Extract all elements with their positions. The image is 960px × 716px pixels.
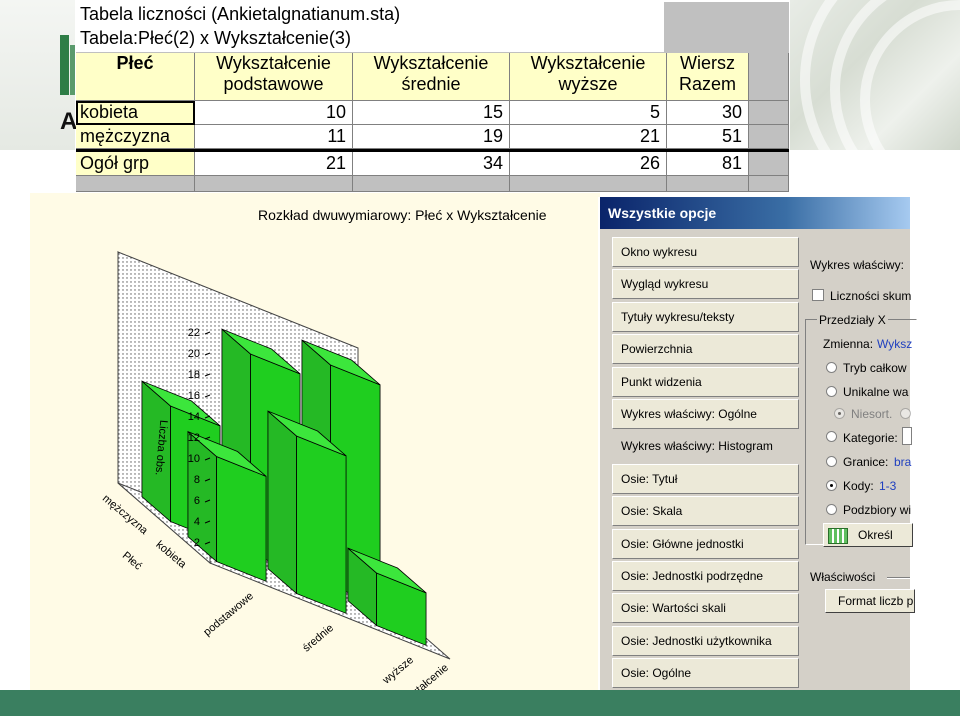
data-cell[interactable]: 21: [195, 152, 353, 176]
number-format-button[interactable]: Format liczb p: [825, 589, 915, 613]
properties-label: Właściwości: [810, 570, 876, 584]
slide-decoration-right: [790, 0, 960, 150]
tab-7[interactable]: Osie: Tytuł: [612, 463, 799, 494]
z-tick-label: 8: [194, 474, 200, 486]
cumulative-label: Liczności skum: [830, 289, 912, 303]
variable-value: Wyksz: [877, 337, 913, 351]
z-tick-label: 20: [188, 348, 200, 360]
bar-front-face: [376, 572, 427, 646]
depth-axis-label: Płeć: [120, 550, 144, 573]
z-tick-label: 4: [194, 516, 200, 528]
row-label-cell[interactable]: kobieta: [76, 101, 195, 125]
tab-4[interactable]: Punkt widzenia: [612, 366, 799, 397]
radio-subsets[interactable]: [826, 504, 837, 515]
options-panel: Wykres właściwy: Liczności skum Przedzia…: [799, 237, 917, 690]
chart-type-label: Wykres właściwy:: [810, 258, 904, 272]
row-label-cell[interactable]: Ogół grp: [76, 152, 195, 176]
depth-tick-label: kobieta: [153, 539, 189, 572]
radio-unsorted[interactable]: [834, 408, 845, 419]
specify-button[interactable]: Określ: [823, 523, 913, 547]
z-tick-label: 22: [188, 327, 200, 339]
data-cell[interactable]: 26: [510, 152, 667, 176]
bar-chart-3d[interactable]: 246810121416182022Liczba obs.kobietamężc…: [30, 193, 600, 690]
specify-icon: [828, 527, 848, 544]
bar-side-face: [267, 410, 297, 595]
x-tick-label: średnie: [301, 622, 336, 654]
empty-row: [76, 176, 789, 192]
variable-label: Zmienna:: [823, 337, 874, 351]
frequency-table: Tabela liczności (Ankietalgnatianum.sta)…: [76, 2, 789, 192]
bounds-value: bra: [894, 455, 912, 469]
data-cell[interactable]: 51: [667, 125, 749, 149]
tab-9[interactable]: Osie: Główne jednostki: [612, 528, 799, 559]
data-cell[interactable]: 5: [510, 101, 667, 125]
radio-unsorted-label: Niesort.: [851, 407, 893, 421]
tab-2[interactable]: Tytuły wykresu/teksty: [612, 301, 799, 332]
data-cell[interactable]: 34: [353, 152, 510, 176]
cumulative-checkbox[interactable]: [812, 289, 824, 301]
data-cell[interactable]: 19: [353, 125, 510, 149]
table-title: Tabela liczności (Ankietalgnatianum.sta): [80, 4, 401, 24]
tab-0[interactable]: Okno wykresu: [612, 237, 799, 267]
radio-categories[interactable]: [826, 431, 837, 442]
radio-sorted[interactable]: [900, 408, 911, 419]
x-tick-label: podstawowe: [201, 590, 256, 639]
header-cell-primary[interactable]: Wykształcenie podstawowe: [195, 53, 353, 101]
z-tick-label: 16: [188, 390, 200, 402]
table-row: kobieta 10 15 5 30: [76, 101, 789, 125]
bar-front-face: [296, 435, 347, 614]
radio-categories-label: Kategorie:: [843, 431, 898, 445]
header-cell-row-total[interactable]: Wiersz Razem: [667, 53, 749, 101]
tab-6[interactable]: Wykres właściwy: Histogram: [612, 431, 804, 462]
radio-unique[interactable]: [826, 386, 837, 397]
x-tick-label: wyższe: [380, 654, 416, 687]
table-row-total: Ogół grp 21 34 26 81: [76, 152, 789, 176]
radio-bounds[interactable]: [826, 456, 837, 467]
tab-10[interactable]: Osie: Jednostki podrzędne: [612, 561, 799, 591]
tab-3[interactable]: Powierzchnia: [612, 334, 799, 365]
dialog-title: Wszystkie opcje: [600, 197, 910, 229]
radio-full-mode[interactable]: [826, 362, 837, 373]
tab-12[interactable]: Osie: Jednostki użytkownika: [612, 625, 799, 656]
chart-panel: Rozkład dwuwymiarowy: Płeć x Wykształcen…: [30, 193, 600, 690]
z-tick-label: 14: [188, 411, 200, 423]
data-cell[interactable]: 15: [353, 101, 510, 125]
data-cell[interactable]: 11: [195, 125, 353, 149]
tab-5[interactable]: Wykres właściwy: Ogólne: [612, 399, 799, 429]
radio-full-mode-label: Tryb całkow: [843, 361, 907, 375]
radio-subsets-label: Podzbiory wi: [843, 503, 912, 517]
tab-1[interactable]: Wygląd wykresu: [612, 269, 799, 300]
categories-input[interactable]: [902, 427, 912, 445]
z-tick-label: 18: [188, 369, 200, 381]
table-row: mężczyzna 11 19 21 51: [76, 125, 789, 149]
radio-codes-label: Kody:: [843, 479, 874, 493]
tab-13[interactable]: Osie: Ogólne: [612, 658, 799, 689]
z-tick-label: 2: [194, 537, 200, 549]
table-subtitle: Tabela:Płeć(2) x Wykształcenie(3): [80, 28, 351, 48]
z-tick-label: 12: [188, 432, 200, 444]
bar-front-face: [216, 455, 267, 582]
data-cell[interactable]: 81: [667, 152, 749, 176]
table-header-row: Płeć Wykształcenie podstawowe Wykształce…: [76, 53, 789, 101]
intervals-group-label: Przedziały X: [817, 313, 888, 327]
radio-codes[interactable]: [826, 480, 837, 491]
slide-decoration-left: A: [0, 0, 77, 150]
data-cell[interactable]: 30: [667, 101, 749, 125]
tab-11[interactable]: Osie: Wartości skali: [612, 593, 799, 624]
header-cell-secondary[interactable]: Wykształcenie średnie: [353, 53, 510, 101]
all-options-dialog: Wszystkie opcje Okno wykresu Wygląd wykre…: [598, 197, 917, 690]
radio-unique-label: Unikalne wa: [843, 385, 909, 399]
row-label-cell[interactable]: mężczyzna: [76, 125, 195, 149]
header-cell-higher[interactable]: Wykształcenie wyższe: [510, 53, 667, 101]
z-tick-label: 10: [188, 453, 200, 465]
tab-8[interactable]: Osie: Skala: [612, 496, 799, 527]
properties-divider: [887, 577, 910, 579]
header-cell-gender[interactable]: Płeć: [76, 53, 195, 101]
slide-footer-strip: [0, 690, 960, 716]
data-cell[interactable]: 10: [195, 101, 353, 125]
radio-bounds-label: Granice:: [843, 455, 889, 469]
data-cell[interactable]: 21: [510, 125, 667, 149]
codes-value: 1-3: [879, 479, 897, 493]
z-tick-label: 6: [194, 495, 200, 507]
